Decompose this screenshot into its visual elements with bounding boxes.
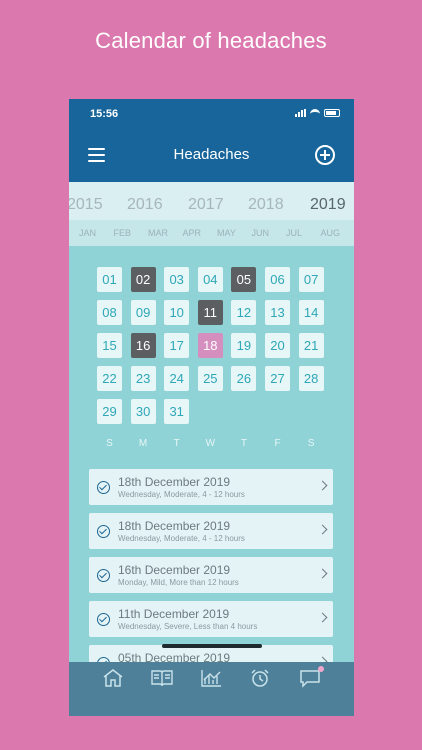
home-icon[interactable]	[102, 668, 124, 688]
weekday-label: T	[173, 438, 180, 449]
status-time: 15:56	[90, 108, 119, 120]
calendar-day-30[interactable]: 30	[130, 399, 156, 424]
entry-details: Wednesday, Moderate, 4 - 12 hours	[118, 490, 245, 499]
signal-icon	[295, 109, 306, 117]
calendar-day-21[interactable]: 21	[298, 333, 324, 358]
calendar-day-03[interactable]: 03	[164, 267, 190, 292]
tab-bar	[69, 662, 354, 716]
weekday-label: S	[106, 438, 113, 449]
weekday-label: F	[274, 438, 281, 449]
year-2018[interactable]: 2018	[248, 196, 284, 214]
check-icon	[97, 481, 110, 494]
calendar-day-16[interactable]: 16	[130, 333, 156, 358]
calendar-day-10[interactable]: 10	[164, 300, 190, 325]
wifi-icon	[310, 109, 320, 117]
calendar-day-13[interactable]: 13	[265, 300, 290, 325]
check-icon	[97, 569, 110, 582]
entry-details: Wednesday, Moderate, 4 - 12 hours	[118, 534, 245, 543]
chevron-right-icon	[317, 568, 328, 579]
phone-screen: 15:56 Headaches 2015 2016 2017 2018 2019 JAN…	[69, 99, 354, 716]
alarm-icon[interactable]	[249, 668, 271, 688]
calendar-day-23[interactable]: 23	[130, 366, 156, 391]
year-2017[interactable]: 2017	[188, 196, 224, 214]
year-2015[interactable]: 2015	[69, 196, 103, 214]
entry-title: 18th December 2019	[118, 519, 231, 533]
nav-bar: Headaches	[69, 129, 354, 182]
notification-dot	[318, 666, 324, 672]
entry-details: Monday, Mild, More than 12 hours	[118, 578, 239, 587]
year-selector: 2015 2016 2017 2018 2019	[69, 182, 354, 220]
calendar-day-19[interactable]: 19	[231, 333, 257, 358]
calendar-day-29[interactable]: 29	[97, 399, 122, 424]
entry-title: 11th December 2019	[118, 607, 230, 621]
headache-entry[interactable]: 18th December 2019 Wednesday, Moderate, 4…	[89, 469, 333, 505]
month-aug[interactable]: AUG	[321, 228, 341, 238]
calendar-day-25[interactable]: 25	[197, 366, 223, 391]
calendar-day-02[interactable]: 02	[130, 267, 156, 292]
calendar-day-31[interactable]: 31	[164, 399, 190, 424]
chevron-right-icon	[317, 612, 328, 623]
check-icon	[97, 613, 110, 626]
calendar-day-28[interactable]: 28	[298, 366, 324, 391]
entry-title: 16th December 2019	[118, 563, 231, 577]
calendar-day-04[interactable]: 04	[197, 267, 223, 292]
calendar-day-05[interactable]: 05	[231, 267, 257, 292]
stats-icon[interactable]	[200, 668, 222, 688]
entry-title: 18th December 2019	[118, 475, 231, 489]
calendar-day-06[interactable]: 06	[265, 267, 290, 292]
headache-entry[interactable]: 18th December 2019 Wednesday, Moderate, 4…	[89, 513, 333, 549]
calendar-day-01[interactable]: 01	[97, 267, 122, 292]
diary-icon[interactable]	[150, 668, 173, 688]
calendar-day-08[interactable]: 08	[97, 300, 122, 325]
weekday-label: S	[307, 438, 315, 449]
weekday-label: M	[138, 438, 148, 449]
calendar-day-14[interactable]: 14	[298, 300, 324, 325]
month-jun[interactable]: JUN	[252, 228, 270, 238]
year-2016[interactable]: 2016	[127, 196, 163, 214]
calendar-day-24[interactable]: 24	[164, 366, 190, 391]
calendar-day-22[interactable]: 22	[97, 366, 122, 391]
weekday-label: W	[205, 438, 216, 449]
home-indicator	[162, 644, 262, 648]
calendar-day-26[interactable]: 26	[231, 366, 257, 391]
month-mar[interactable]: MAR	[148, 228, 168, 238]
year-2019[interactable]: 2019	[310, 196, 346, 214]
calendar-day-07[interactable]: 07	[298, 267, 324, 292]
month-apr[interactable]: APR	[183, 228, 202, 238]
battery-icon	[324, 109, 340, 117]
status-bar: 15:56	[69, 99, 354, 129]
month-feb[interactable]: FEB	[114, 228, 132, 238]
calendar-day-20[interactable]: 20	[265, 333, 290, 358]
month-jul[interactable]: JUL	[286, 228, 302, 238]
month-may[interactable]: MAY	[217, 228, 236, 238]
add-headache-icon[interactable]	[315, 145, 335, 165]
headache-entry[interactable]: 16th December 2019 Monday, Mild, More tha…	[89, 557, 333, 593]
weekday-label: T	[240, 438, 247, 449]
check-icon	[97, 525, 110, 538]
chevron-right-icon	[317, 524, 328, 535]
calendar-day-27[interactable]: 27	[265, 366, 290, 391]
calendar-day-11[interactable]: 11	[197, 300, 223, 325]
calendar-day-09[interactable]: 09	[130, 300, 156, 325]
calendar-day-12[interactable]: 12	[231, 300, 257, 325]
calendar-day-17[interactable]: 17	[164, 333, 190, 358]
calendar-day-15[interactable]: 15	[97, 333, 122, 358]
promo-caption: Calendar of headaches	[95, 28, 327, 53]
status-icons	[295, 109, 340, 117]
entry-details: Wednesday, Severe, Less than 4 hours	[118, 622, 258, 631]
calendar-day-18[interactable]: 18	[197, 333, 223, 358]
headache-entry[interactable]: 11th December 2019 Wednesday, Severe, Les…	[89, 601, 333, 637]
page-title: Headaches	[173, 146, 250, 163]
month-jan[interactable]: JAN	[79, 228, 96, 238]
chevron-right-icon	[317, 480, 328, 491]
month-selector: JAN FEB MAR APR MAY JUN JUL AUG	[69, 220, 354, 246]
messages-icon[interactable]	[299, 666, 324, 688]
